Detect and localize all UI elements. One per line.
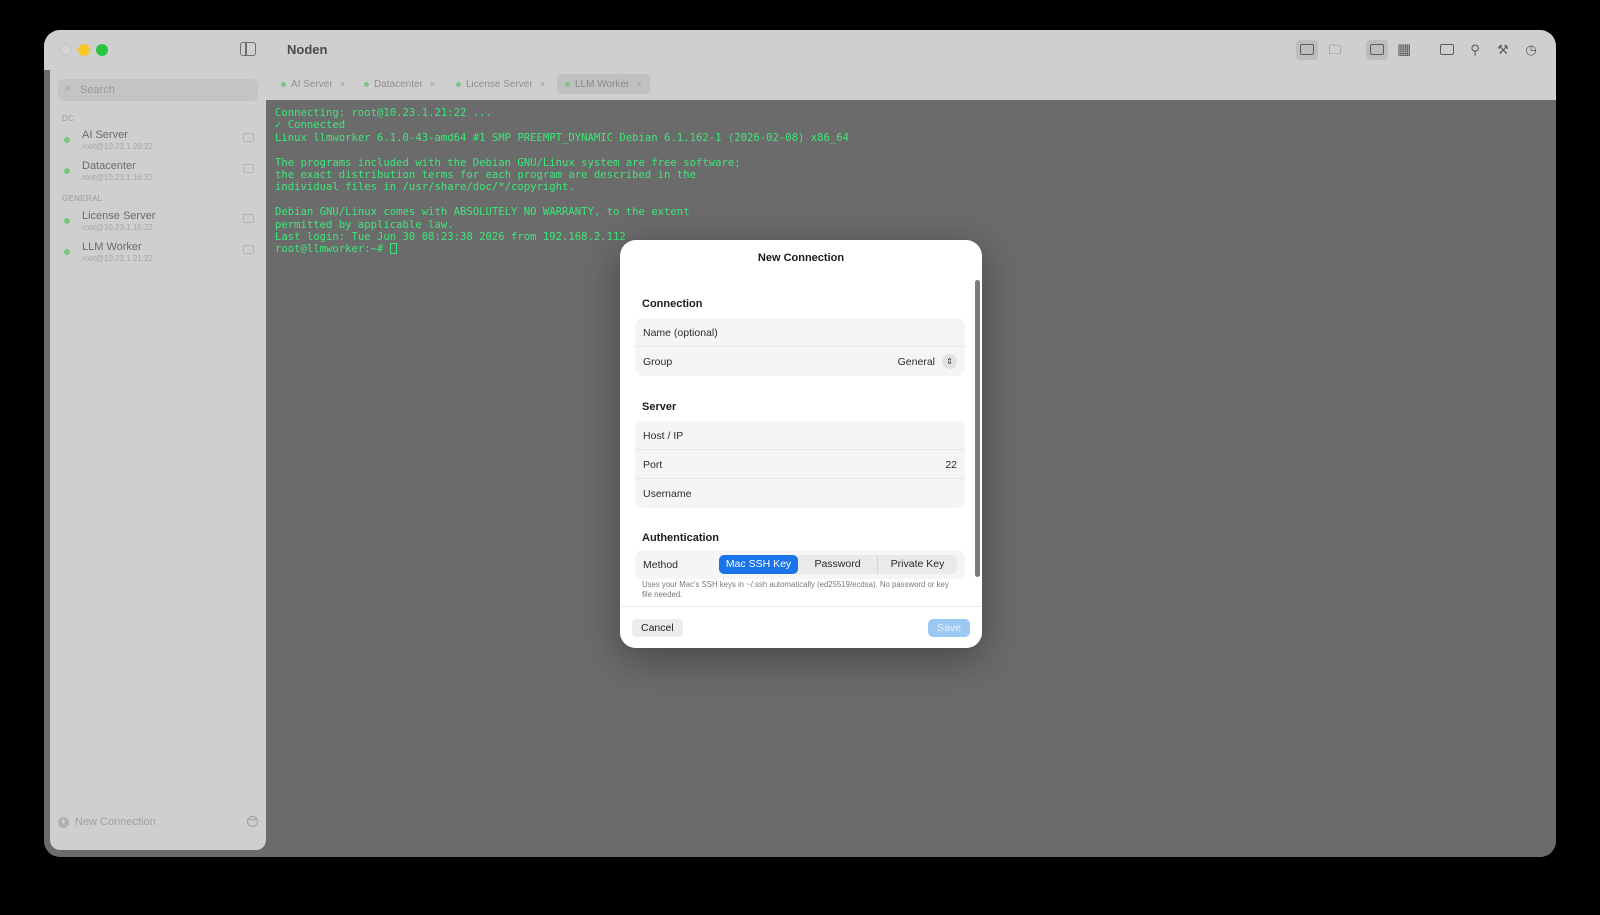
plus-circle-icon: + bbox=[58, 816, 69, 828]
authentication-fields: Method Mac SSH Key Password Private Key bbox=[635, 550, 965, 579]
window-minimize-button[interactable] bbox=[78, 44, 90, 56]
app-title: Noden bbox=[287, 42, 328, 57]
status-online-icon bbox=[64, 218, 70, 224]
folder-icon[interactable] bbox=[243, 133, 254, 142]
toolbar: 🗀 ⚲ ⚒ ◷ bbox=[1296, 40, 1542, 60]
sidebar-toggle-icon[interactable] bbox=[240, 42, 256, 56]
folder-icon[interactable] bbox=[243, 214, 254, 223]
status-online-icon bbox=[456, 81, 461, 87]
status-online-icon bbox=[64, 137, 70, 143]
window-zoom-button[interactable] bbox=[96, 44, 108, 56]
terminal-line: The programs included with the Debian GN… bbox=[275, 156, 741, 169]
group-select[interactable]: Group General ⇕ bbox=[635, 347, 965, 376]
sidebar-item-ai-server[interactable]: AI Server root@10.23.1.20:22 bbox=[58, 127, 258, 155]
search-input[interactable]: Search bbox=[80, 84, 115, 96]
status-online-icon bbox=[364, 81, 369, 87]
cancel-button[interactable]: Cancel bbox=[632, 619, 683, 637]
window-close-button[interactable] bbox=[60, 44, 72, 56]
terminal-line: Linux llmworker 6.1.0-43-amd64 #1 SMP PR… bbox=[275, 131, 850, 144]
pin-icon[interactable]: ⚲ bbox=[1464, 40, 1486, 60]
method-row: Method Mac SSH Key Password Private Key bbox=[635, 550, 965, 579]
command-palette-icon[interactable] bbox=[1436, 40, 1458, 60]
new-connection-dialog: New Connection Connection Name (optional… bbox=[620, 240, 982, 648]
dialog-title: New Connection bbox=[757, 252, 845, 264]
terminal-cursor bbox=[389, 243, 397, 255]
username-field[interactable]: Username bbox=[635, 479, 965, 508]
history-icon[interactable]: ◷ bbox=[1520, 40, 1542, 60]
single-pane-icon[interactable] bbox=[1366, 40, 1388, 60]
dialog-scroll-area[interactable]: Connection Name (optional) Group General… bbox=[620, 276, 982, 606]
status-online-icon bbox=[565, 81, 570, 87]
tab-ai-server[interactable]: AI Server × bbox=[273, 74, 353, 94]
title-bar: Noden 🗀 ⚲ ⚒ ◷ bbox=[44, 30, 1556, 70]
chevron-updown-icon[interactable]: ⇕ bbox=[942, 354, 957, 369]
tab-license-server[interactable]: License Server × bbox=[448, 74, 553, 94]
terminal-line: Debian GNU/Linux comes with ABSOLUTELY N… bbox=[275, 206, 690, 219]
section-authentication-heading: Authentication bbox=[642, 532, 719, 544]
method-mac-ssh-key[interactable]: Mac SSH Key bbox=[719, 555, 798, 574]
terminal-line: ✓ Connected bbox=[275, 119, 346, 132]
new-connection-button[interactable]: + New Connection bbox=[58, 816, 156, 828]
folder-icon[interactable] bbox=[243, 164, 254, 173]
group-label-dc: DC bbox=[62, 114, 75, 123]
server-fields: Host / IP Port 22 Username bbox=[635, 421, 965, 508]
search-icon: ⌕ bbox=[65, 82, 72, 94]
name-field[interactable]: Name (optional) bbox=[635, 318, 965, 347]
port-field[interactable]: Port 22 bbox=[635, 450, 965, 479]
terminal-line: permitted by applicable law. bbox=[275, 218, 454, 231]
terminal-line: Connecting: root@10.23.1.21:22 ... bbox=[275, 107, 492, 119]
tools-icon[interactable]: ⚒ bbox=[1492, 40, 1514, 60]
terminal-line: individual files in /usr/share/doc/*/cop… bbox=[275, 181, 575, 194]
tab-datacenter[interactable]: Datacenter × bbox=[356, 74, 443, 94]
sidebar-item-llm-worker[interactable]: LLM Worker root@10.23.1.21:22 bbox=[58, 239, 258, 267]
terminal-view-icon[interactable] bbox=[1296, 40, 1318, 60]
method-private-key[interactable]: Private Key bbox=[878, 555, 957, 574]
section-server-heading: Server bbox=[642, 401, 677, 413]
connection-fields: Name (optional) Group General ⇕ bbox=[635, 318, 965, 376]
sidebar: ⌕ Search DC AI Server root@10.23.1.20:22… bbox=[50, 70, 266, 850]
status-online-icon bbox=[64, 168, 70, 174]
search-field[interactable]: ⌕ Search bbox=[58, 79, 258, 101]
more-options-icon[interactable]: ••• bbox=[247, 816, 258, 827]
group-label-general: GENERAL bbox=[62, 194, 103, 203]
tab-llm-worker[interactable]: LLM Worker × bbox=[557, 74, 650, 94]
sidebar-item-datacenter[interactable]: Datacenter root@10.23.1.16:22 bbox=[58, 158, 258, 186]
save-button[interactable]: Save bbox=[928, 619, 970, 637]
auth-hint: Uses your Mac's SSH keys in ~/.ssh autom… bbox=[642, 580, 949, 599]
auth-method-segmented-control: Mac SSH Key Password Private Key bbox=[719, 555, 957, 574]
dialog-scrollbar[interactable] bbox=[975, 280, 980, 577]
sidebar-item-license-server[interactable]: License Server root@10.23.1.15:22 bbox=[58, 208, 258, 236]
close-tab-icon[interactable]: × bbox=[540, 79, 545, 89]
close-tab-icon[interactable]: × bbox=[430, 79, 435, 89]
close-tab-icon[interactable]: × bbox=[636, 79, 641, 89]
status-online-icon bbox=[281, 81, 286, 87]
grid-layout-icon[interactable] bbox=[1394, 40, 1416, 60]
section-connection-heading: Connection bbox=[642, 298, 703, 310]
folder-icon[interactable]: 🗀 bbox=[1324, 40, 1346, 60]
host-field[interactable]: Host / IP bbox=[635, 421, 965, 450]
dialog-footer: Cancel Save bbox=[620, 606, 982, 648]
terminal-line: the exact distribution terms for each pr… bbox=[275, 169, 696, 182]
folder-icon[interactable] bbox=[243, 245, 254, 254]
close-tab-icon[interactable]: × bbox=[340, 79, 345, 89]
method-password[interactable]: Password bbox=[798, 555, 878, 574]
tab-bar: AI Server × Datacenter × License Server … bbox=[266, 70, 1556, 100]
status-online-icon bbox=[64, 249, 70, 255]
